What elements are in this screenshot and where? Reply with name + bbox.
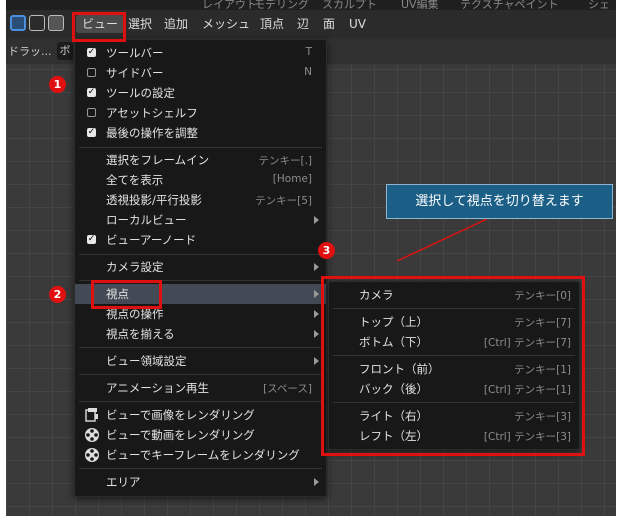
menu-item-frame-selected[interactable]: 選択をフレームイン テンキー[.]: [75, 150, 326, 170]
menu-item-label: ビューで画像をレンダリング: [106, 408, 255, 422]
menu-item-frame-all[interactable]: 全てを表示 [Home]: [75, 170, 326, 190]
menu-item-toolbar[interactable]: ✓ ツールバー T: [75, 43, 326, 63]
menu-vertex[interactable]: 頂点: [260, 15, 284, 33]
menu-item-play-animation[interactable]: アニメーション再生 [スペース]: [75, 378, 326, 398]
menu-item-label: ツールバー: [106, 46, 164, 60]
menu-item-label: 透視投影/平行投影: [106, 193, 202, 207]
menu-separator: [79, 468, 322, 469]
menu-item-label: ビューでキーフレームをレンダリング: [106, 448, 300, 462]
pivot-dropdown[interactable]: ボ: [57, 42, 73, 60]
submenu-arrow-icon: [314, 216, 319, 224]
render-image-icon: [85, 408, 98, 422]
menu-mesh[interactable]: メッシュ: [202, 15, 250, 33]
step-badge-1: 1: [49, 76, 66, 93]
edge-select-icon[interactable]: [29, 15, 45, 31]
menu-item-tool-settings[interactable]: ✓ ツールの設定: [75, 83, 326, 103]
menu-item-label: ローカルビュー: [106, 213, 187, 227]
menu-item-label: 視点を揃える: [106, 327, 175, 341]
menu-item-asset-shelf[interactable]: アセットシェルフ: [75, 103, 326, 123]
submenu-arrow-icon: [314, 290, 319, 298]
workspace-tabs: レイアウト モデリング スカルプト UV編集 テクスチャペイント シェ: [6, 0, 616, 11]
menu-edge[interactable]: 辺: [297, 15, 309, 33]
menu-uv[interactable]: UV: [349, 15, 366, 33]
menu-separator: [79, 254, 322, 255]
film-reel-icon: [85, 428, 99, 442]
vertex-select-icon[interactable]: [10, 15, 26, 31]
menu-separator: [79, 347, 322, 348]
menu-item-sidebar[interactable]: サイドバー N: [75, 63, 326, 83]
menu-item-label: ビューアーノード: [106, 233, 197, 247]
menu-item-label: サイドバー: [106, 66, 164, 80]
menu-item-render-animation[interactable]: ビューで動画をレンダリング: [75, 425, 326, 445]
menu-item-perspective-toggle[interactable]: 透視投影/平行投影 テンキー[5]: [75, 190, 326, 210]
menu-item-label: カメラ設定: [106, 260, 164, 274]
shortcut-label: テンキー[.]: [258, 155, 312, 167]
highlight-box-viewpoint-submenu: [321, 276, 585, 456]
drag-setting-label[interactable]: ドラッ...: [8, 43, 52, 59]
view-menu-dropdown: ✓ ツールバー T サイドバー N ✓ ツールの設定 アセットシェルフ ✓ 最後…: [74, 39, 327, 497]
menu-item-label: 最後の操作を調整: [106, 126, 198, 140]
shortcut-label: [Home]: [272, 173, 312, 185]
shortcut-label: T: [305, 46, 312, 58]
submenu-arrow-icon: [314, 357, 319, 365]
checkbox-checked-icon[interactable]: ✓: [87, 88, 96, 97]
submenu-arrow-icon: [314, 263, 319, 271]
menu-item-local-view[interactable]: ローカルビュー: [75, 210, 326, 230]
face-select-icon[interactable]: [48, 15, 64, 31]
menu-item-label: エリア: [106, 475, 141, 489]
checkbox-checked-icon[interactable]: ✓: [87, 48, 96, 57]
checkbox-unchecked-icon[interactable]: [87, 108, 96, 117]
menu-item-label: ビューで動画をレンダリング: [106, 428, 255, 442]
menu-face[interactable]: 面: [323, 15, 335, 33]
checkbox-checked-icon[interactable]: ✓: [87, 128, 96, 137]
submenu-arrow-icon: [314, 310, 319, 318]
menu-select[interactable]: 選択: [128, 15, 152, 33]
menu-item-view-regions[interactable]: ビュー領域設定: [75, 351, 326, 371]
callout-tooltip: 選択して視点を切り替えます: [386, 184, 613, 219]
submenu-arrow-icon: [314, 330, 319, 338]
shortcut-label: [スペース]: [263, 383, 312, 395]
checkbox-unchecked-icon[interactable]: [87, 68, 96, 77]
menu-item-label: アニメーション再生: [106, 381, 210, 395]
menu-item-label: アセットシェルフ: [106, 106, 198, 120]
highlight-box-view-menu: [72, 12, 126, 42]
checkbox-checked-icon[interactable]: ✓: [87, 235, 96, 244]
menu-item-label: 全てを表示: [106, 173, 164, 187]
menu-item-viewer-node[interactable]: ✓ ビューアーノード: [75, 230, 326, 250]
submenu-arrow-icon: [314, 478, 319, 486]
menu-separator: [79, 147, 322, 148]
menu-item-adjust-last-operation[interactable]: ✓ 最後の操作を調整: [75, 123, 326, 143]
step-badge-2: 2: [49, 286, 66, 303]
menu-item-area[interactable]: エリア: [75, 472, 326, 492]
menu-item-camera-settings[interactable]: カメラ設定: [75, 257, 326, 277]
menu-item-align-view[interactable]: 視点を揃える: [75, 324, 326, 344]
menu-item-label: ツールの設定: [106, 86, 175, 100]
menu-item-label: 選択をフレームイン: [106, 153, 210, 167]
menu-add[interactable]: 追加: [164, 15, 188, 33]
shortcut-label: テンキー[5]: [255, 195, 312, 207]
menu-separator: [79, 374, 322, 375]
menu-separator: [79, 401, 322, 402]
highlight-box-viewpoint-item: [91, 280, 162, 309]
menu-item-render-image[interactable]: ビューで画像をレンダリング: [75, 405, 326, 425]
shortcut-label: N: [304, 66, 312, 78]
step-badge-3: 3: [318, 242, 335, 259]
film-reel-icon: [85, 448, 99, 462]
menu-item-render-keyframes[interactable]: ビューでキーフレームをレンダリング: [75, 445, 326, 465]
menu-item-label: ビュー領域設定: [106, 354, 187, 368]
